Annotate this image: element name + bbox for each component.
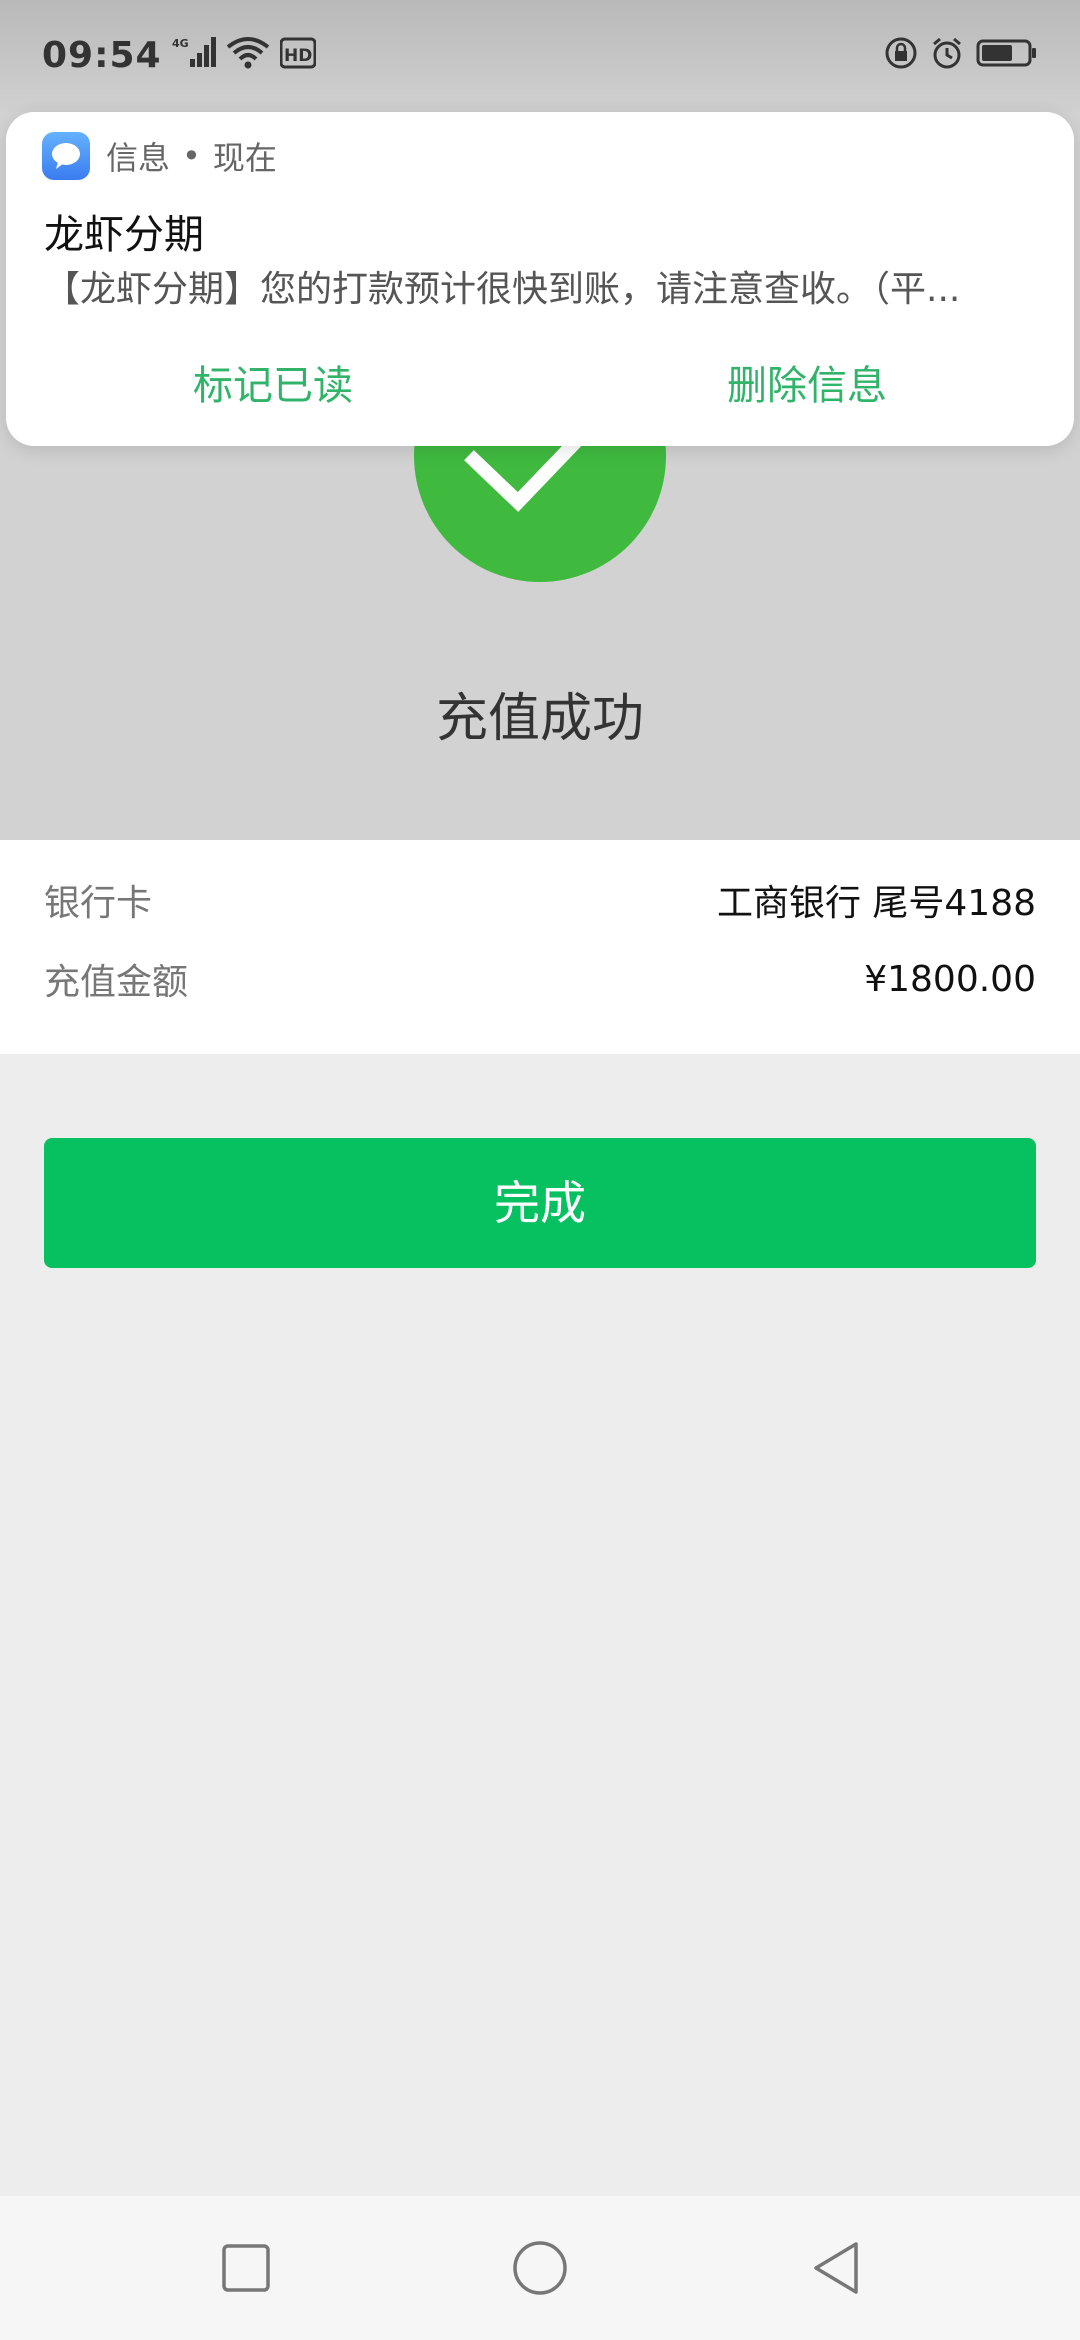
notification-meta: 信息 • 现在 xyxy=(106,133,277,179)
status-bar: 09:54 4G HD xyxy=(0,0,1080,112)
done-button[interactable]: 完成 xyxy=(44,1138,1036,1268)
notification-separator: • xyxy=(182,137,201,175)
detail-value: 工商银行 尾号4188 xyxy=(716,883,1036,924)
notification-time: 现在 xyxy=(212,139,277,177)
hd-label: HD xyxy=(284,46,312,66)
signal-icon: 4G xyxy=(172,35,216,75)
detail-row-amount: 充值金额 ¥1800.00 xyxy=(44,949,1036,1009)
navigation-bar xyxy=(0,2196,1080,2340)
network-label: 4G xyxy=(172,37,189,50)
notification-app-row: 信息 • 现在 xyxy=(42,128,277,184)
status-right xyxy=(884,30,1038,80)
back-triangle-icon[interactable] xyxy=(806,2238,866,2298)
page-title: 充值成功 xyxy=(435,689,644,749)
wifi-icon xyxy=(226,35,270,75)
status-time: 09:54 xyxy=(42,34,162,76)
status-left: 09:54 4G HD xyxy=(42,30,317,80)
detail-row-bank-card: 银行卡 工商银行 尾号4188 xyxy=(44,870,1036,930)
home-circle-icon[interactable] xyxy=(510,2238,570,2298)
notification-title: 龙虾分期 xyxy=(44,212,204,258)
details-card: 银行卡 工商银行 尾号4188 充值金额 ¥1800.00 xyxy=(0,840,1080,1054)
lock-icon xyxy=(884,36,918,74)
detail-value: ¥1800.00 xyxy=(864,958,1036,1000)
recent-apps-square-icon[interactable] xyxy=(216,2238,276,2298)
notification-app-name: 信息 xyxy=(106,139,171,177)
alarm-icon xyxy=(930,36,964,74)
notification-banner[interactable]: 信息 • 现在 龙虾分期 【龙虾分期】您的打款预计很快到账，请注意查收。（平..… xyxy=(6,112,1074,446)
battery-icon xyxy=(976,37,1038,73)
hd-icon: HD xyxy=(279,35,317,75)
delete-message-button[interactable]: 删除信息 xyxy=(540,346,1074,426)
notification-actions: 标记已读 删除信息 xyxy=(6,346,1074,426)
mark-read-button[interactable]: 标记已读 xyxy=(6,346,540,426)
detail-label: 银行卡 xyxy=(44,883,153,924)
notification-body: 【龙虾分期】您的打款预计很快到账，请注意查收。（平... xyxy=(44,269,961,310)
messages-app-icon xyxy=(42,132,90,180)
detail-label: 充值金额 xyxy=(44,962,189,1003)
